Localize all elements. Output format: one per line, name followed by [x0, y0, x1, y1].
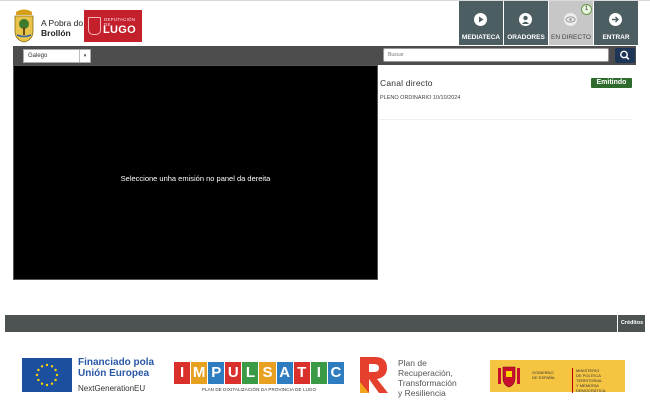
search-icon — [620, 50, 630, 60]
eye-icon — [564, 13, 577, 26]
video-player[interactable]: Seleccione unha emisión no panel da dere… — [13, 65, 378, 280]
eu-line1: Financiado pola — [78, 357, 155, 368]
footer-bar: Créditos — [5, 315, 645, 332]
impulsatic-letter: T — [293, 362, 310, 384]
municipality-name[interactable]: A Pobra do Brollón — [41, 18, 83, 38]
live-count-badge: 1 — [581, 4, 592, 15]
eu-funding-text: Financiado pola Unión Europea — [78, 357, 155, 379]
nav-en-directo[interactable]: 1 EN DIRECTO — [548, 1, 593, 45]
search-input[interactable] — [383, 48, 609, 62]
prtr-text: Plan de Recuperación, Transformación y R… — [398, 358, 457, 398]
nav-entrar-label: ENTRAR — [602, 34, 630, 41]
municipality-name-line1: A Pobra do — [41, 18, 84, 28]
nav-oradores-label: ORADORES — [507, 34, 545, 41]
language-select-value: Galego — [28, 53, 48, 59]
gobierno-espana-logo: GOBIERNO DE ESPAÑA MINISTERIO DE POLÍTIC… — [490, 360, 625, 393]
nav-mediateca[interactable]: MEDIATECA — [458, 1, 503, 45]
impulsatic-letter: A — [276, 362, 293, 384]
toolbar: Galego ▾ — [13, 46, 636, 65]
prtr-line1: Plan de — [398, 358, 427, 368]
ministerio-text: MINISTERIO DE POLÍTICA TERRITORIAL Y MEM… — [572, 368, 625, 393]
impulsatic-letter: S — [259, 362, 276, 384]
arrow-right-icon — [609, 13, 622, 26]
player-placeholder-message: Seleccione unha emisión no panel da dere… — [120, 174, 271, 183]
prtr-line2: Recuperación, — [398, 368, 453, 378]
prtr-line4: y Resiliencia — [398, 388, 446, 398]
language-select[interactable]: Galego ▾ — [23, 49, 91, 63]
eu-flag-logo — [22, 358, 72, 392]
panel-divider — [379, 119, 632, 120]
nav-mediateca-label: MEDIATECA — [461, 34, 501, 41]
impulsatic-subtitle: PLAN DE DIXITALIZACIÓN DA PROVINCIA DE L… — [201, 387, 317, 392]
status-badge: Emitindo — [591, 78, 632, 88]
gov-line2: DE ESPAÑA — [532, 375, 555, 380]
search-button[interactable] — [615, 48, 635, 63]
chevron-down-icon: ▾ — [79, 50, 90, 62]
deputacion-lugo-label: LUGO — [103, 24, 136, 36]
prtr-line3: Transformación — [398, 378, 457, 388]
impulsatic-letter: C — [327, 362, 344, 384]
deputacion-lugo-logo[interactable]: DEPUTACIÓN DE LUGO — [84, 10, 142, 42]
impulsatic-letter: M — [191, 362, 208, 384]
impulsatic-letter: I — [310, 362, 327, 384]
channel-title: Canal directo — [380, 78, 433, 88]
impulsatic-letter: U — [225, 362, 242, 384]
nav-en-directo-label: EN DIRECTO — [551, 34, 591, 41]
municipality-name-line2: Brollón — [41, 28, 71, 38]
nav-oradores[interactable]: ORADORES — [503, 1, 548, 45]
play-icon — [474, 13, 487, 26]
deputacion-shield-icon — [88, 17, 101, 35]
spain-coat-of-arms-icon — [498, 366, 520, 388]
eu-line2: Unión Europea — [78, 367, 150, 379]
municipality-crest-logo[interactable] — [12, 7, 36, 43]
ministry-line3: Y MEMORIA DEMOCRÁTICA — [576, 383, 606, 393]
prtr-r-logo — [360, 357, 388, 393]
live-event-item[interactable]: PLENO ORDINARIO 10/10/2024 — [380, 95, 460, 101]
user-icon — [519, 13, 532, 26]
impulsatic-letter: L — [242, 362, 259, 384]
gobierno-text: GOBIERNO DE ESPAÑA — [532, 370, 555, 380]
ministry-line2: DE POLÍTICA TERRITORIAL — [576, 373, 603, 383]
header: A Pobra do Brollón DEPUTACIÓN DE LUGO ME… — [0, 0, 650, 47]
credits-link[interactable]: Créditos — [617, 315, 646, 332]
impulsatic-letter: P — [208, 362, 225, 384]
eu-nextgen-text: NextGenerationEU — [78, 384, 146, 393]
nav-entrar[interactable]: ENTRAR — [593, 1, 638, 45]
impulsatic-letter: I — [174, 362, 191, 384]
impulsatic-logo: IMPULSATIC — [174, 362, 344, 384]
